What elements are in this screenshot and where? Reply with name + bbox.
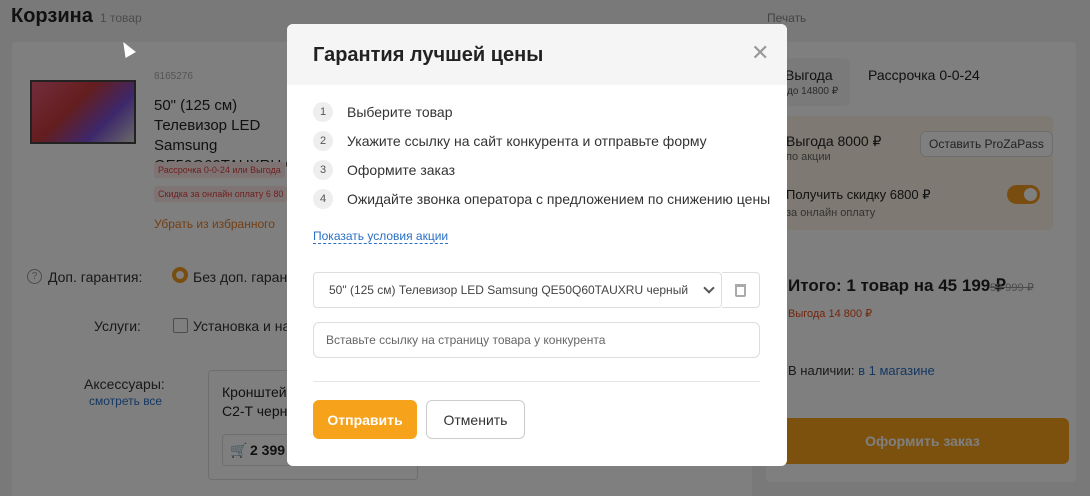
divider — [313, 381, 760, 382]
modal-header: Гарантия лучшей цены ✕ — [287, 24, 787, 85]
step-number: 4 — [313, 189, 333, 209]
send-button[interactable]: Отправить — [313, 400, 417, 439]
step-number: 2 — [313, 131, 333, 151]
step-item: 4 Ожидайте звонка оператора с предложени… — [313, 189, 770, 209]
step-item: 3 Оформите заказ — [313, 160, 455, 180]
step-number: 1 — [313, 102, 333, 122]
step-text: Ожидайте звонка оператора с предложением… — [347, 191, 771, 207]
best-price-modal: Гарантия лучшей цены ✕ 1 Выберите товар … — [287, 24, 787, 466]
step-item: 2 Укажите ссылку на сайт конкурента и от… — [313, 131, 707, 151]
step-text: Укажите ссылку на сайт конкурента и отпр… — [347, 133, 707, 149]
delete-button[interactable] — [722, 272, 760, 308]
show-terms-link[interactable]: Показать условия акции — [313, 229, 449, 244]
product-select[interactable]: 50" (125 см) Телевизор LED Samsung QE50Q… — [313, 272, 722, 308]
competitor-link-input[interactable] — [313, 322, 760, 358]
step-number: 3 — [313, 160, 333, 180]
step-text: Оформите заказ — [347, 162, 456, 178]
cancel-button[interactable]: Отменить — [426, 400, 525, 439]
trash-icon — [735, 283, 746, 297]
product-select-value: 50" (125 см) Телевизор LED Samsung QE50Q… — [329, 283, 689, 297]
step-item: 1 Выберите товар — [313, 102, 452, 122]
close-icon[interactable]: ✕ — [751, 40, 769, 66]
modal-title: Гарантия лучшей цены — [313, 44, 544, 66]
step-text: Выберите товар — [347, 104, 453, 120]
chevron-down-icon — [703, 282, 715, 294]
